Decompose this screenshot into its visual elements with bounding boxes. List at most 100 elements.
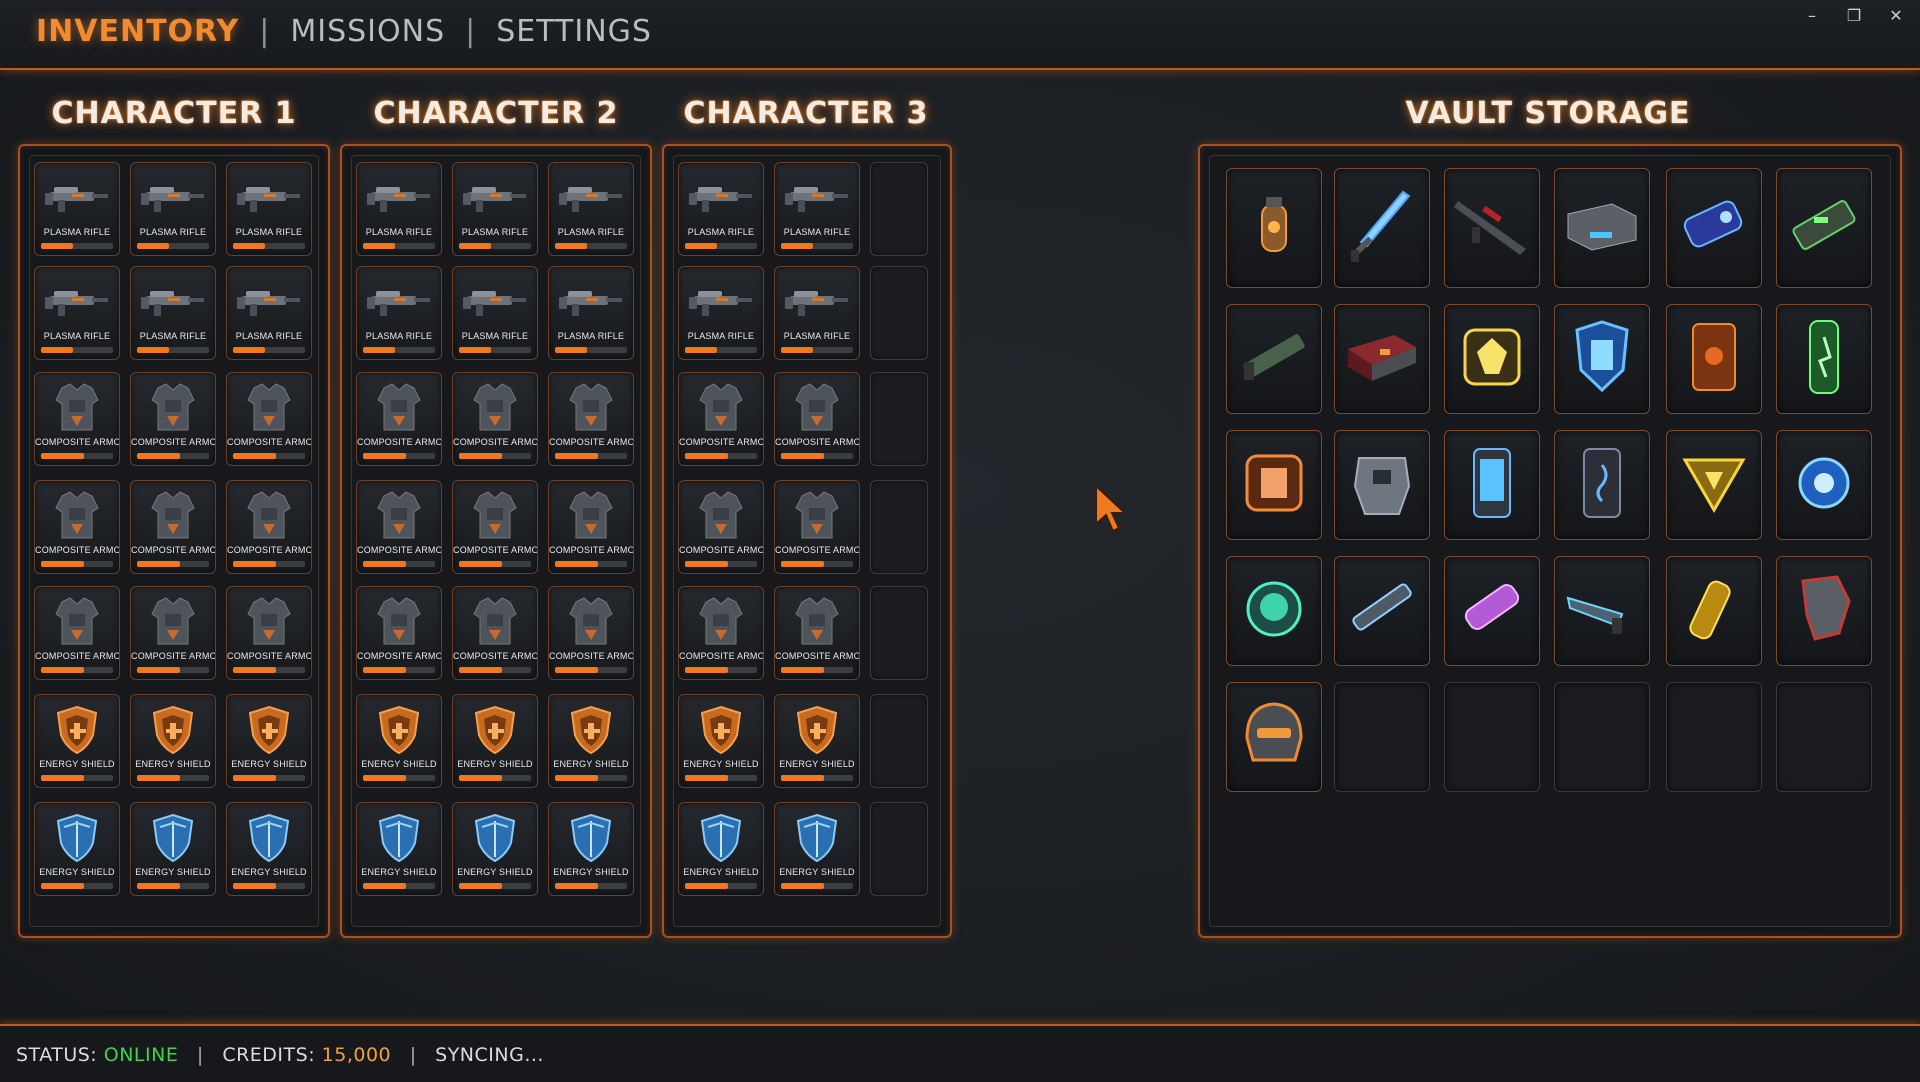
- empty-inventory-slot[interactable]: [870, 372, 928, 466]
- tab-inventory[interactable]: INVENTORY: [36, 14, 239, 49]
- inventory-slot[interactable]: PLASMA RIFLE: [774, 162, 860, 256]
- empty-vault-slot[interactable]: [1334, 682, 1430, 792]
- inventory-slot[interactable]: COMPOSITE ARMOR: [774, 586, 860, 680]
- vault-slot[interactable]: [1666, 430, 1762, 540]
- inventory-slot[interactable]: PLASMA RIFLE: [34, 266, 120, 360]
- inventory-slot[interactable]: COMPOSITE ARMOR: [548, 586, 634, 680]
- empty-inventory-slot[interactable]: [870, 162, 928, 256]
- vault-slot[interactable]: [1334, 430, 1430, 540]
- vault-slot[interactable]: [1226, 168, 1322, 288]
- empty-vault-slot[interactable]: [1444, 682, 1540, 792]
- vault-slot[interactable]: [1334, 556, 1430, 666]
- inventory-slot[interactable]: ENERGY SHIELD: [774, 694, 860, 788]
- inventory-slot[interactable]: COMPOSITE ARMOR: [548, 480, 634, 574]
- close-icon[interactable]: ✕: [1886, 6, 1906, 25]
- inventory-slot[interactable]: PLASMA RIFLE: [548, 162, 634, 256]
- inventory-slot[interactable]: COMPOSITE ARMOR: [226, 586, 312, 680]
- empty-inventory-slot[interactable]: [870, 480, 928, 574]
- vault-slot[interactable]: [1776, 556, 1872, 666]
- inventory-slot[interactable]: ENERGY SHIELD: [678, 802, 764, 896]
- inventory-slot[interactable]: COMPOSITE ARMOR: [356, 586, 442, 680]
- vault-slot[interactable]: [1334, 304, 1430, 414]
- inventory-slot[interactable]: PLASMA RIFLE: [678, 266, 764, 360]
- inventory-slot[interactable]: COMPOSITE ARMOR: [34, 372, 120, 466]
- inventory-slot[interactable]: ENERGY SHIELD: [130, 802, 216, 896]
- inventory-slot[interactable]: COMPOSITE ARMOR: [774, 372, 860, 466]
- vault-slot[interactable]: [1226, 430, 1322, 540]
- inventory-slot[interactable]: PLASMA RIFLE: [130, 162, 216, 256]
- inventory-slot[interactable]: PLASMA RIFLE: [452, 266, 538, 360]
- vault-slot[interactable]: [1666, 556, 1762, 666]
- inventory-slot[interactable]: ENERGY SHIELD: [774, 802, 860, 896]
- inventory-slot[interactable]: COMPOSITE ARMOR: [774, 480, 860, 574]
- empty-inventory-slot[interactable]: [870, 694, 928, 788]
- inventory-slot[interactable]: COMPOSITE ARMOR: [356, 372, 442, 466]
- inventory-slot[interactable]: COMPOSITE ARMOR: [130, 586, 216, 680]
- inventory-slot[interactable]: COMPOSITE ARMOR: [678, 480, 764, 574]
- vault-slot[interactable]: [1444, 430, 1540, 540]
- tab-missions[interactable]: MISSIONS: [290, 14, 445, 49]
- vault-slot[interactable]: [1554, 556, 1650, 666]
- inventory-slot[interactable]: COMPOSITE ARMOR: [226, 480, 312, 574]
- inventory-slot[interactable]: ENERGY SHIELD: [356, 694, 442, 788]
- inventory-slot[interactable]: PLASMA RIFLE: [356, 162, 442, 256]
- inventory-slot[interactable]: ENERGY SHIELD: [452, 802, 538, 896]
- vault-slot[interactable]: [1554, 304, 1650, 414]
- inventory-slot[interactable]: PLASMA RIFLE: [130, 266, 216, 360]
- inventory-slot[interactable]: ENERGY SHIELD: [226, 694, 312, 788]
- inventory-slot[interactable]: ENERGY SHIELD: [452, 694, 538, 788]
- inventory-slot[interactable]: ENERGY SHIELD: [34, 694, 120, 788]
- inventory-slot[interactable]: PLASMA RIFLE: [452, 162, 538, 256]
- inventory-slot[interactable]: ENERGY SHIELD: [548, 694, 634, 788]
- inventory-slot[interactable]: COMPOSITE ARMOR: [356, 480, 442, 574]
- inventory-slot[interactable]: COMPOSITE ARMOR: [226, 372, 312, 466]
- durability-fill: [555, 347, 588, 353]
- inventory-slot[interactable]: PLASMA RIFLE: [226, 266, 312, 360]
- vault-slot[interactable]: [1666, 168, 1762, 288]
- vault-slot[interactable]: [1226, 304, 1322, 414]
- inventory-slot[interactable]: PLASMA RIFLE: [678, 162, 764, 256]
- inventory-slot[interactable]: PLASMA RIFLE: [226, 162, 312, 256]
- empty-vault-slot[interactable]: [1666, 682, 1762, 792]
- inventory-slot[interactable]: COMPOSITE ARMOR: [452, 586, 538, 680]
- inventory-slot[interactable]: ENERGY SHIELD: [548, 802, 634, 896]
- vault-slot[interactable]: [1444, 304, 1540, 414]
- inventory-slot[interactable]: PLASMA RIFLE: [34, 162, 120, 256]
- restore-icon[interactable]: ❐: [1844, 6, 1864, 25]
- inventory-slot[interactable]: COMPOSITE ARMOR: [34, 480, 120, 574]
- vault-slot[interactable]: [1776, 168, 1872, 288]
- inventory-slot[interactable]: ENERGY SHIELD: [226, 802, 312, 896]
- vault-slot[interactable]: [1334, 168, 1430, 288]
- empty-inventory-slot[interactable]: [870, 266, 928, 360]
- empty-inventory-slot[interactable]: [870, 586, 928, 680]
- empty-inventory-slot[interactable]: [870, 802, 928, 896]
- inventory-slot[interactable]: PLASMA RIFLE: [774, 266, 860, 360]
- inventory-slot[interactable]: ENERGY SHIELD: [678, 694, 764, 788]
- vault-slot[interactable]: [1776, 430, 1872, 540]
- inventory-slot[interactable]: COMPOSITE ARMOR: [678, 586, 764, 680]
- vault-slot[interactable]: [1554, 168, 1650, 288]
- vault-slot[interactable]: [1444, 168, 1540, 288]
- inventory-slot[interactable]: COMPOSITE ARMOR: [452, 372, 538, 466]
- inventory-slot[interactable]: ENERGY SHIELD: [34, 802, 120, 896]
- vault-slot[interactable]: [1666, 304, 1762, 414]
- inventory-slot[interactable]: COMPOSITE ARMOR: [34, 586, 120, 680]
- inventory-slot[interactable]: COMPOSITE ARMOR: [548, 372, 634, 466]
- inventory-slot[interactable]: PLASMA RIFLE: [548, 266, 634, 360]
- vault-slot[interactable]: [1776, 304, 1872, 414]
- inventory-slot[interactable]: COMPOSITE ARMOR: [130, 372, 216, 466]
- vault-slot[interactable]: [1226, 556, 1322, 666]
- vault-slot[interactable]: [1554, 430, 1650, 540]
- tab-settings[interactable]: SETTINGS: [496, 14, 652, 49]
- empty-vault-slot[interactable]: [1554, 682, 1650, 792]
- empty-vault-slot[interactable]: [1776, 682, 1872, 792]
- vault-slot[interactable]: [1226, 682, 1322, 792]
- inventory-slot[interactable]: COMPOSITE ARMOR: [130, 480, 216, 574]
- vault-slot[interactable]: [1444, 556, 1540, 666]
- minimize-icon[interactable]: –: [1802, 6, 1822, 25]
- inventory-slot[interactable]: ENERGY SHIELD: [356, 802, 442, 896]
- inventory-slot[interactable]: PLASMA RIFLE: [356, 266, 442, 360]
- inventory-slot[interactable]: COMPOSITE ARMOR: [678, 372, 764, 466]
- inventory-slot[interactable]: COMPOSITE ARMOR: [452, 480, 538, 574]
- inventory-slot[interactable]: ENERGY SHIELD: [130, 694, 216, 788]
